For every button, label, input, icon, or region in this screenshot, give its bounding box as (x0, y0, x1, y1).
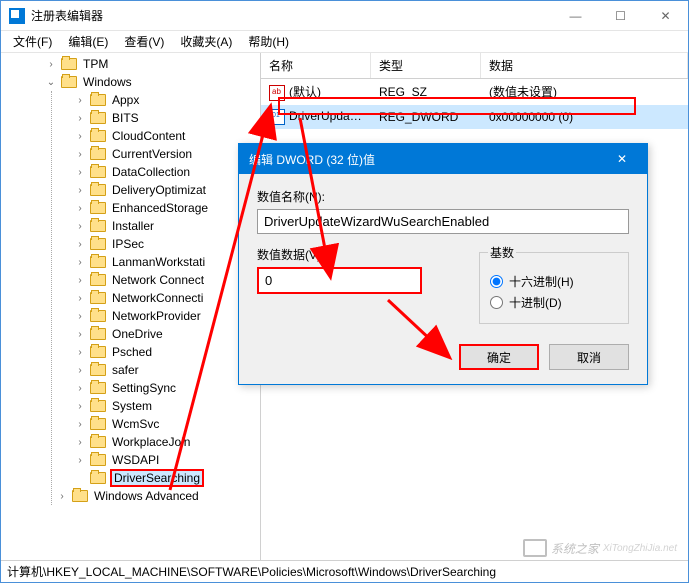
menu-edit[interactable]: 编辑(E) (60, 31, 116, 52)
folder-icon (61, 58, 77, 70)
minimize-button[interactable]: — (553, 1, 598, 31)
folder-icon (61, 76, 77, 88)
radio-dec-input[interactable] (490, 296, 503, 309)
tree-item[interactable]: ›CurrentVersion (70, 145, 260, 163)
dialog-close-button[interactable]: ✕ (607, 144, 637, 174)
tree-item[interactable]: ›DeliveryOptimizat (70, 181, 260, 199)
tree-item-windows[interactable]: ⌄ Windows (41, 73, 260, 91)
tree-item[interactable]: ›Network Connect (70, 271, 260, 289)
list-row[interactable]: (默认)REG_SZ(数值未设置) (261, 79, 688, 105)
tree-item[interactable]: ›DataCollection (70, 163, 260, 181)
status-path: 计算机\HKEY_LOCAL_MACHINE\SOFTWARE\Policies… (7, 563, 496, 580)
statusbar: 计算机\HKEY_LOCAL_MACHINE\SOFTWARE\Policies… (1, 560, 688, 582)
edit-dword-dialog: 编辑 DWORD (32 位)值 ✕ 数值名称(N): 数值数据(V): 基数 … (238, 143, 648, 385)
menubar: 文件(F) 编辑(E) 查看(V) 收藏夹(A) 帮助(H) (1, 31, 688, 53)
tree-item[interactable]: ›Psched (70, 343, 260, 361)
tree-item[interactable]: ›System (70, 397, 260, 415)
tree-item[interactable]: ›WorkplaceJoin (70, 433, 260, 451)
value-data-input[interactable] (257, 267, 422, 294)
radio-hex-input[interactable] (490, 275, 503, 288)
tree-item[interactable]: ›WcmSvc (70, 415, 260, 433)
tree-item[interactable]: ›LanmanWorkstati (70, 253, 260, 271)
value-name-label: 数值名称(N): (257, 188, 629, 205)
tree-item[interactable]: ›Windows Advanced (52, 487, 260, 505)
tree-item[interactable]: ›WSDAPI (70, 451, 260, 469)
tree-item[interactable]: ›SettingSync (70, 379, 260, 397)
dialog-titlebar: 编辑 DWORD (32 位)值 ✕ (239, 144, 647, 174)
radio-hex[interactable]: 十六进制(H) (490, 273, 618, 290)
tree-item[interactable]: ›BITS (70, 109, 260, 127)
list-row[interactable]: DriverUpdate...REG_DWORD0x00000000 (0) (261, 105, 688, 129)
window-controls: — ☐ ✕ (553, 1, 688, 31)
radio-dec[interactable]: 十进制(D) (490, 294, 618, 311)
app-icon (9, 8, 25, 24)
close-button[interactable]: ✕ (643, 1, 688, 31)
value-data-label: 数值数据(V): (257, 246, 459, 263)
menu-file[interactable]: 文件(F) (5, 31, 60, 52)
base-legend: 基数 (488, 244, 516, 261)
dialog-title: 编辑 DWORD (32 位)值 (249, 151, 607, 168)
base-fieldset: 基数 十六进制(H) 十进制(D) (479, 244, 629, 324)
window-title: 注册表编辑器 (31, 7, 553, 24)
tree-item[interactable]: ›NetworkProvider (70, 307, 260, 325)
tree-item[interactable]: ›safer (70, 361, 260, 379)
tree-item[interactable]: ›NetworkConnecti (70, 289, 260, 307)
value-name-input[interactable] (257, 209, 629, 234)
column-name[interactable]: 名称 (261, 53, 371, 78)
tree-item-tpm[interactable]: › TPM (41, 55, 260, 73)
cancel-button[interactable]: 取消 (549, 344, 629, 370)
tree-item[interactable]: ›IPSec (70, 235, 260, 253)
watermark: 系统之家 XiTongZhiJia.net (523, 539, 677, 557)
list-header: 名称 类型 数据 (261, 53, 688, 79)
menu-view[interactable]: 查看(V) (116, 31, 172, 52)
tree-item[interactable]: ›Installer (70, 217, 260, 235)
tree-item[interactable]: ›OneDrive (70, 325, 260, 343)
column-data[interactable]: 数据 (481, 53, 688, 78)
maximize-button[interactable]: ☐ (598, 1, 643, 31)
watermark-logo-icon (523, 539, 547, 557)
registry-tree-pane[interactable]: › TPM ⌄ Windows ›Appx›BITS›CloudContent›… (1, 53, 261, 560)
column-type[interactable]: 类型 (371, 53, 481, 78)
tree-item[interactable]: ›EnhancedStorage (70, 199, 260, 217)
tree-item[interactable]: ›Appx (70, 91, 260, 109)
menu-help[interactable]: 帮助(H) (240, 31, 297, 52)
menu-favorites[interactable]: 收藏夹(A) (172, 31, 240, 52)
tree-item[interactable]: ›CloudContent (70, 127, 260, 145)
titlebar: 注册表编辑器 — ☐ ✕ (1, 1, 688, 31)
ok-button[interactable]: 确定 (459, 344, 539, 370)
tree-item-driversearching[interactable]: DriverSearching (70, 469, 260, 487)
